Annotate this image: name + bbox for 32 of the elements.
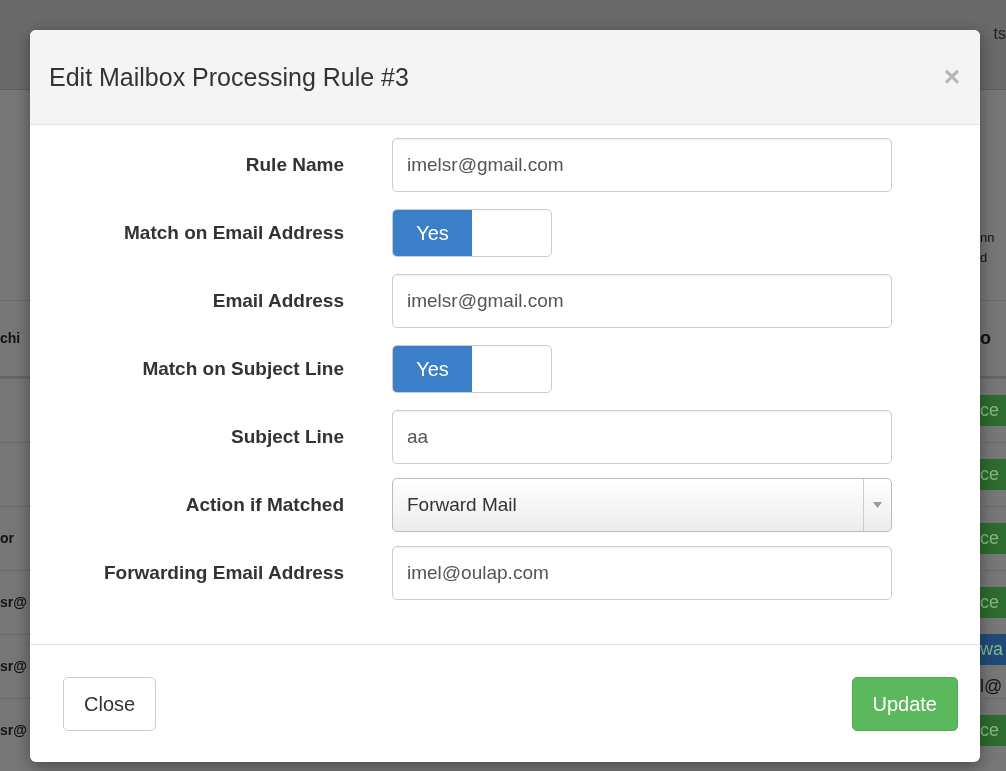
background-text: nn d — [980, 229, 996, 267]
background-text: ts — [993, 24, 1006, 44]
text-field[interactable]: imelsr@gmail.com — [392, 274, 892, 328]
field-label: Match on Email Address — [123, 220, 345, 245]
toggle-switch[interactable]: Yes — [392, 345, 552, 393]
background-text: sr@ — [0, 594, 27, 610]
toggle-switch[interactable]: Yes — [392, 209, 552, 257]
background-text: or — [0, 530, 14, 546]
text-field[interactable]: imel@oulap.com — [392, 546, 892, 600]
text-field[interactable]: imelsr@gmail.com — [392, 138, 892, 192]
field-label: Rule Name — [244, 152, 345, 177]
background-badge: ce — [980, 523, 1006, 554]
background-text: chi — [0, 330, 21, 346]
background-text: sr@ — [0, 658, 27, 674]
text-field[interactable]: aa — [392, 410, 892, 464]
field-label: Forwarding Email Address — [103, 560, 345, 585]
field-label: Action if Matched — [184, 492, 345, 517]
field-label: Subject Line — [230, 424, 345, 449]
background-badge: wa — [980, 633, 1006, 665]
field-label: Email Address — [211, 288, 345, 313]
modal-title: Edit Mailbox Processing Rule #3 — [49, 62, 409, 92]
field-label: Match on Subject Line — [141, 356, 345, 381]
background-badge: ce — [980, 459, 1006, 490]
background-text: l@ — [980, 674, 1004, 698]
background-badge: ce — [980, 587, 1006, 618]
close-button[interactable]: Close — [63, 676, 157, 731]
background-badge: ce — [980, 715, 1006, 746]
caret-icon — [873, 502, 882, 508]
background-text: o — [980, 327, 992, 350]
dropdown-field[interactable]: Forward Mail — [392, 478, 892, 532]
background-badge: ce — [980, 395, 1006, 426]
background-text: sr@ — [0, 722, 27, 738]
